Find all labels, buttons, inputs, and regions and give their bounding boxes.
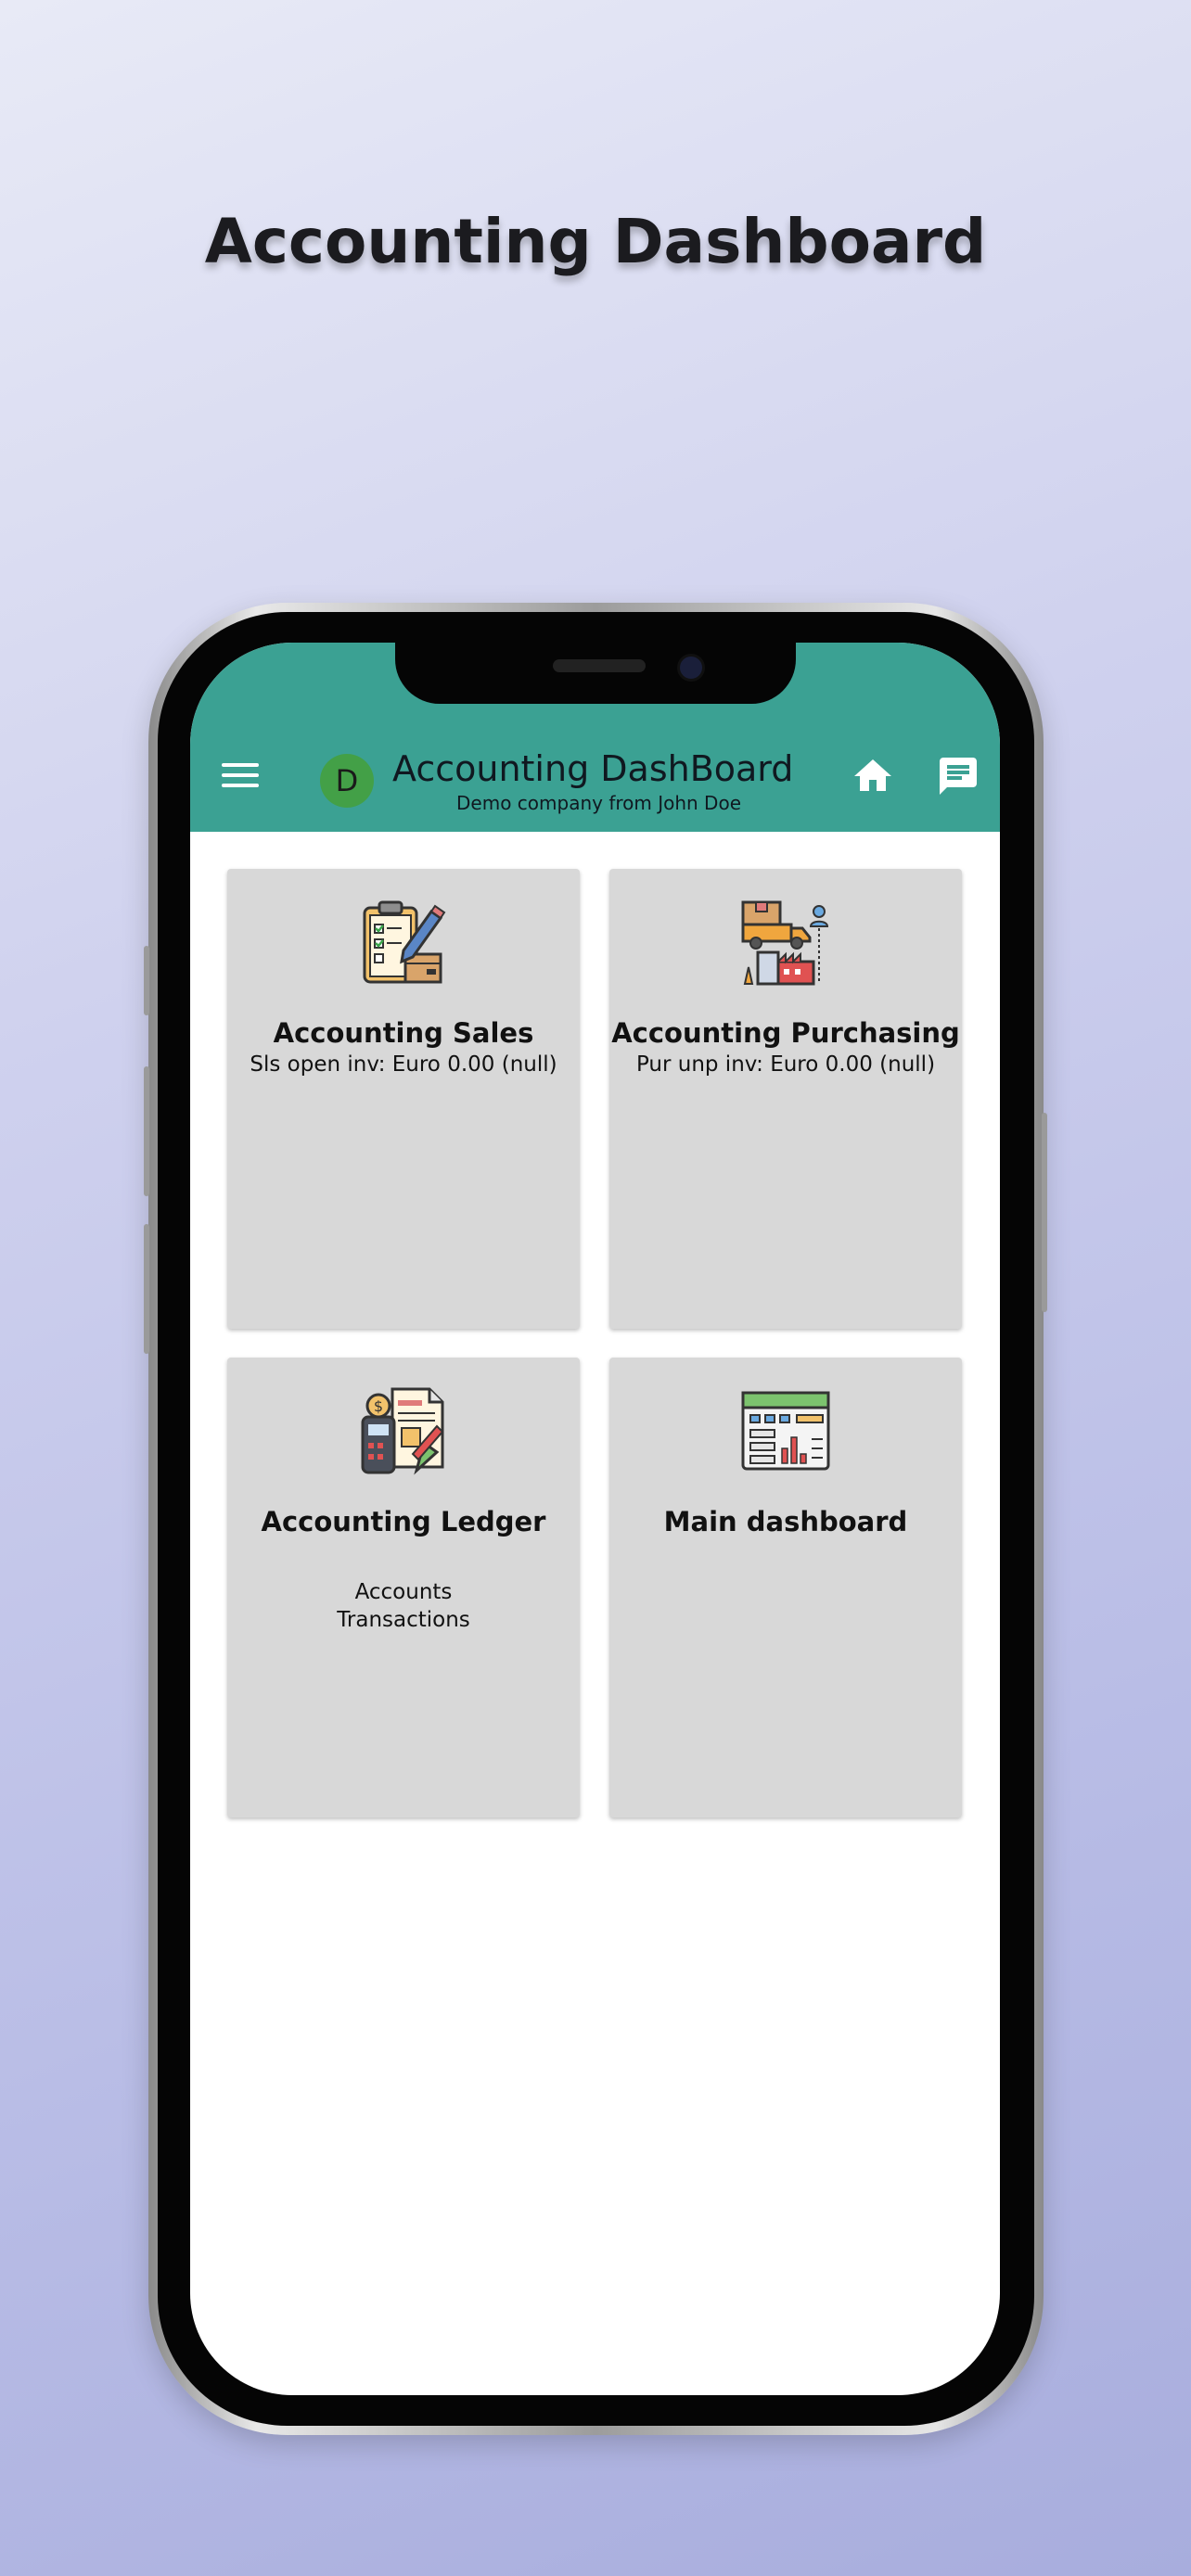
phone-side-button: [1042, 1113, 1047, 1312]
chat-icon[interactable]: [936, 754, 980, 798]
ledger-calculator-icon: $: [361, 1387, 444, 1475]
page-headline: Accounting Dashboard: [204, 206, 987, 277]
phone-screen: D Accounting DashBoard Demo company from…: [190, 643, 1000, 2395]
card-accounting-sales[interactable]: Accounting Sales Sls open inv: Euro 0.00…: [227, 869, 580, 1329]
phone-side-button: [144, 1224, 149, 1354]
card-accounting-purchasing[interactable]: Accounting Purchasing Pur unp inv: Euro …: [609, 869, 962, 1329]
hamburger-menu-icon[interactable]: [222, 763, 259, 791]
card-accounting-ledger[interactable]: $ Accounting Ledger Accounts Transaction…: [227, 1358, 580, 1817]
home-icon[interactable]: [851, 754, 895, 798]
phone-side-button: [144, 1066, 149, 1196]
card-title: Accounting Ledger: [261, 1506, 546, 1537]
card-subtitle: Sls open inv: Euro 0.00 (null): [250, 1052, 557, 1077]
card-title: Main dashboard: [663, 1506, 908, 1537]
card-link-accounts[interactable]: Accounts: [227, 1580, 580, 1604]
card-title: Accounting Purchasing: [611, 1017, 960, 1049]
card-subtitle: Pur unp inv: Euro 0.00 (null): [635, 1052, 936, 1077]
card-title: Accounting Sales: [273, 1017, 534, 1049]
phone-notch: [395, 643, 796, 704]
card-main-dashboard[interactable]: Main dashboard: [609, 1358, 962, 1817]
card-link-transactions[interactable]: Transactions: [227, 1608, 580, 1632]
dashboard-chart-icon: [741, 1391, 830, 1471]
app-title: Accounting DashBoard: [392, 748, 794, 789]
app-bar: D Accounting DashBoard Demo company from…: [190, 643, 1000, 832]
app-subtitle: Demo company from John Doe: [456, 792, 742, 814]
svg-text:$: $: [374, 1397, 383, 1415]
delivery-truck-factory-icon: [741, 900, 829, 986]
phone-side-button: [144, 946, 149, 1015]
clipboard-checklist-icon: [363, 900, 446, 984]
company-avatar[interactable]: D: [320, 754, 374, 808]
